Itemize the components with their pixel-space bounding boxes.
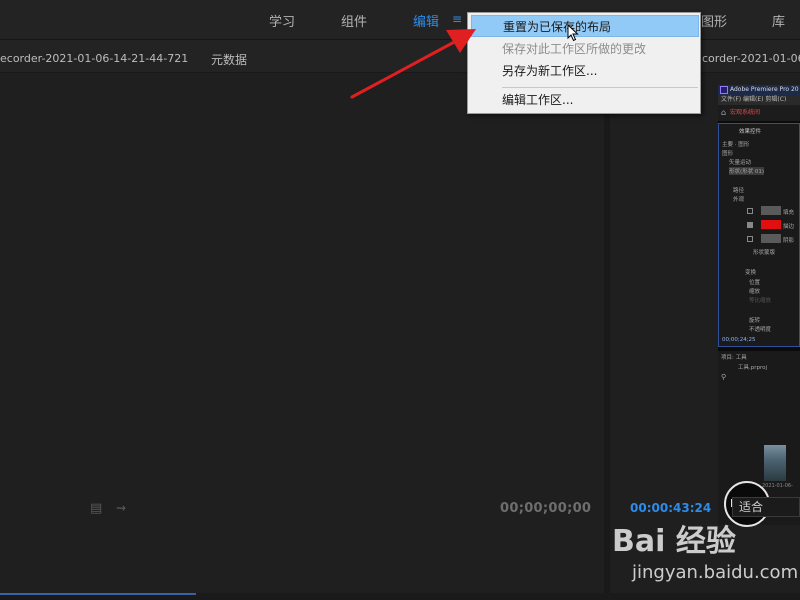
ep-row-shadow: 阴影 xyxy=(783,238,795,244)
embedded-warning: ⌂ 宏观系统间 xyxy=(718,105,800,121)
menu-reset-layout[interactable]: 重置为已保存的布局 xyxy=(471,15,699,37)
tab-graphics[interactable]: 图形 xyxy=(701,11,727,30)
watermark-url: jingyan.baidu.com xyxy=(632,562,799,583)
ep-row-shape: 形状(形状 01) xyxy=(729,167,765,175)
proj-tabs: 项目: 工具 xyxy=(721,355,747,361)
embedded-menu-bar: 文件(F) 编辑(E) 剪辑(C) xyxy=(718,95,800,105)
ep-row-mask: 形状蒙版 xyxy=(753,250,776,256)
insert-marker-icon[interactable]: ⇝ xyxy=(116,501,126,515)
timeline-strip xyxy=(0,593,800,600)
ep-row-scale: 缩放 xyxy=(749,289,761,295)
ep-fill-swatch xyxy=(761,206,781,215)
safe-margin-icon[interactable]: ▤ xyxy=(90,501,102,516)
program-timecode[interactable]: 00:00:43:24 xyxy=(630,501,711,515)
ep-row-graphic: 图形 xyxy=(722,151,734,157)
ep-row-rotation: 旋转 xyxy=(749,318,761,324)
ep-stroke-swatch xyxy=(761,220,781,229)
ep-row-uniform: 等比缩放 xyxy=(749,298,772,304)
ep-row-appearance: 外观 xyxy=(733,197,745,203)
baidu-logo: Bai 经验 xyxy=(612,524,736,559)
premiere-app-icon xyxy=(720,86,728,94)
ep-shadow-swatch xyxy=(761,234,781,243)
ep-row-fill: 填充 xyxy=(783,210,795,216)
tab-metadata[interactable]: 元数据 xyxy=(211,51,247,68)
tab-learn[interactable]: 学习 xyxy=(269,11,295,30)
timeline-strip-highlight xyxy=(0,593,196,595)
embedded-title-bar: Adobe Premiere Pro 20 xyxy=(718,85,800,95)
home-icon: ⌂ xyxy=(721,108,727,117)
menu-save-changes[interactable]: 保存对此工作区所做的更改 xyxy=(471,38,699,60)
clip-thumb-label: 2021-01-06- xyxy=(762,483,793,489)
ep-row-stroke: 描边 xyxy=(783,224,795,230)
ep-row-transform: 变换 xyxy=(745,270,757,276)
ep-time: 00;00;24;25 xyxy=(722,337,756,343)
embedded-warning-text: 宏观系统间 xyxy=(730,109,761,116)
ep-row-position: 位置 xyxy=(749,280,761,286)
menu-separator xyxy=(502,87,698,88)
source-clip-name[interactable]: ecorder-2021-01-06-14-21-44-721 xyxy=(0,52,188,65)
menu-edit-workspaces[interactable]: 编辑工作区... xyxy=(471,89,699,111)
proj-file: 工具.prproj xyxy=(738,365,768,371)
ep-row-vector: 矢量运动 xyxy=(729,160,752,166)
embedded-title: Adobe Premiere Pro 20 xyxy=(730,86,799,93)
workspace-menu: 重置为已保存的布局 保存对此工作区所做的更改 另存为新工作区... 编辑工作区.… xyxy=(467,12,701,114)
ep-row-opacity: 不透明度 xyxy=(749,327,772,333)
ep-shadow-check xyxy=(747,236,753,242)
program-video-frame: Adobe Premiere Pro 20 文件(F) 编辑(E) 剪辑(C) … xyxy=(718,85,800,527)
mouse-cursor-icon xyxy=(567,24,579,42)
zoom-select[interactable]: 适合 xyxy=(732,497,800,517)
ep-fill-check xyxy=(747,208,753,214)
proj-search-icon: ⚲ xyxy=(721,373,727,381)
program-clip-name[interactable]: corder-2021-01-06-1 xyxy=(702,52,800,65)
source-monitor-panel: ecorder-2021-01-06-14-21-44-721 元数据 ▤ ⇝ … xyxy=(0,41,604,593)
ep-tab: 效果控件 xyxy=(739,129,762,135)
program-monitor-panel: corder-2021-01-06-1 Adobe Premiere Pro 2… xyxy=(610,41,800,593)
embedded-effect-controls: 效果控件 主要 · 图形 图形 矢量运动 形状(形状 01) 路径 外观 填充 … xyxy=(718,123,800,347)
clip-thumbnail xyxy=(764,445,786,481)
ep-row-master: 主要 · 图形 xyxy=(722,142,750,148)
tab-libraries[interactable]: 库 xyxy=(772,11,785,30)
ep-row-path: 路径 xyxy=(733,188,745,194)
tab-assembly[interactable]: 组件 xyxy=(341,11,367,30)
hamburger-icon[interactable]: ≡ xyxy=(452,12,462,26)
menu-save-as-new[interactable]: 另存为新工作区... xyxy=(471,60,699,82)
source-timecode: 00;00;00;00 xyxy=(500,501,592,516)
ep-stroke-check xyxy=(747,222,753,228)
tab-editing[interactable]: 编辑 xyxy=(413,11,439,30)
